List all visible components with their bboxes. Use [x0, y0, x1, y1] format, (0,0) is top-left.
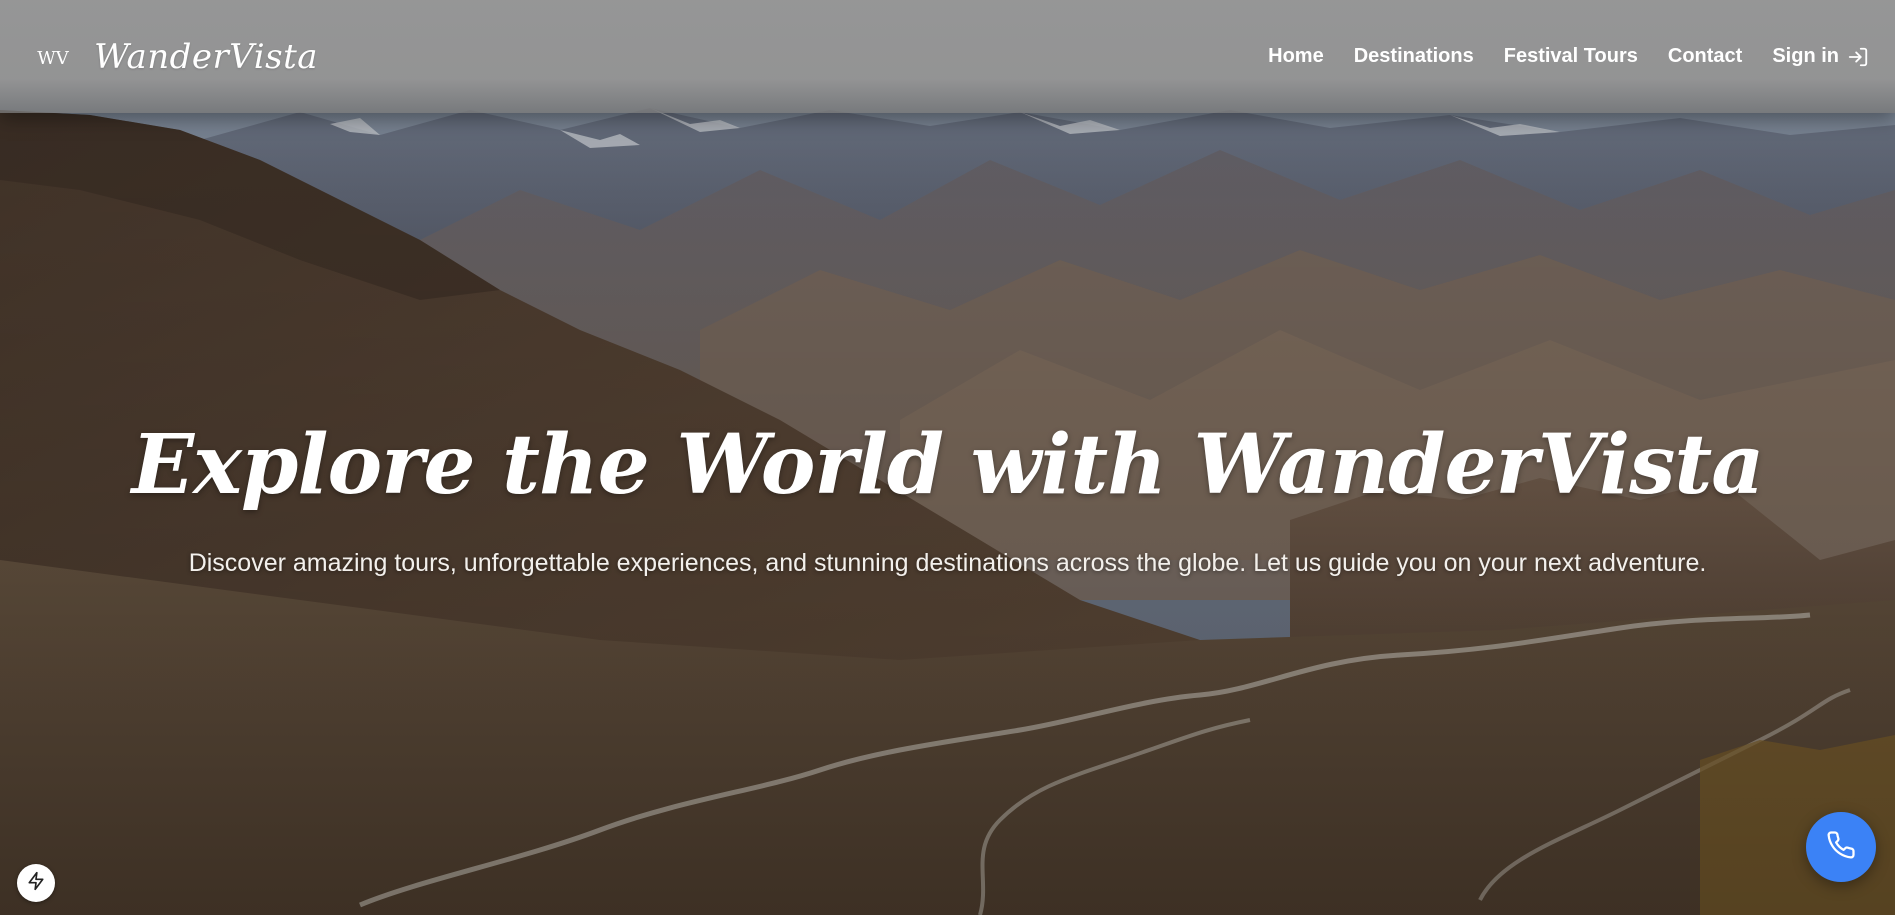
hero-section: Explore the World with WanderVista Disco…	[0, 415, 1895, 579]
nav-home[interactable]: Home	[1268, 45, 1324, 68]
logo-text: WV	[37, 48, 70, 69]
nav-destinations[interactable]: Destinations	[1354, 45, 1474, 68]
brand-logo-icon: WV	[34, 45, 72, 69]
brand-name: WanderVista	[94, 36, 319, 77]
top-navbar: WV WanderVista Home Destinations Festiva…	[0, 0, 1895, 113]
lightning-bolt-icon	[26, 871, 46, 896]
sign-in-label: Sign in	[1772, 45, 1839, 67]
call-button[interactable]	[1806, 812, 1876, 882]
phone-icon	[1826, 830, 1856, 865]
page: WV WanderVista Home Destinations Festiva…	[0, 0, 1895, 915]
nav-contact[interactable]: Contact	[1668, 45, 1742, 68]
nav-festival-tours[interactable]: Festival Tours	[1504, 45, 1638, 68]
sign-in-button[interactable]: Sign in	[1772, 45, 1869, 68]
dev-tools-button[interactable]	[17, 864, 55, 902]
brand-link[interactable]: WV WanderVista	[34, 37, 318, 77]
hero-subtitle: Discover amazing tours, unforgettable ex…	[188, 549, 1707, 577]
hero-title: Explore the World with WanderVista	[131, 417, 1765, 513]
sign-in-arrow-icon	[1847, 46, 1869, 68]
nav-links: Home Destinations Festival Tours Contact…	[1268, 45, 1869, 68]
